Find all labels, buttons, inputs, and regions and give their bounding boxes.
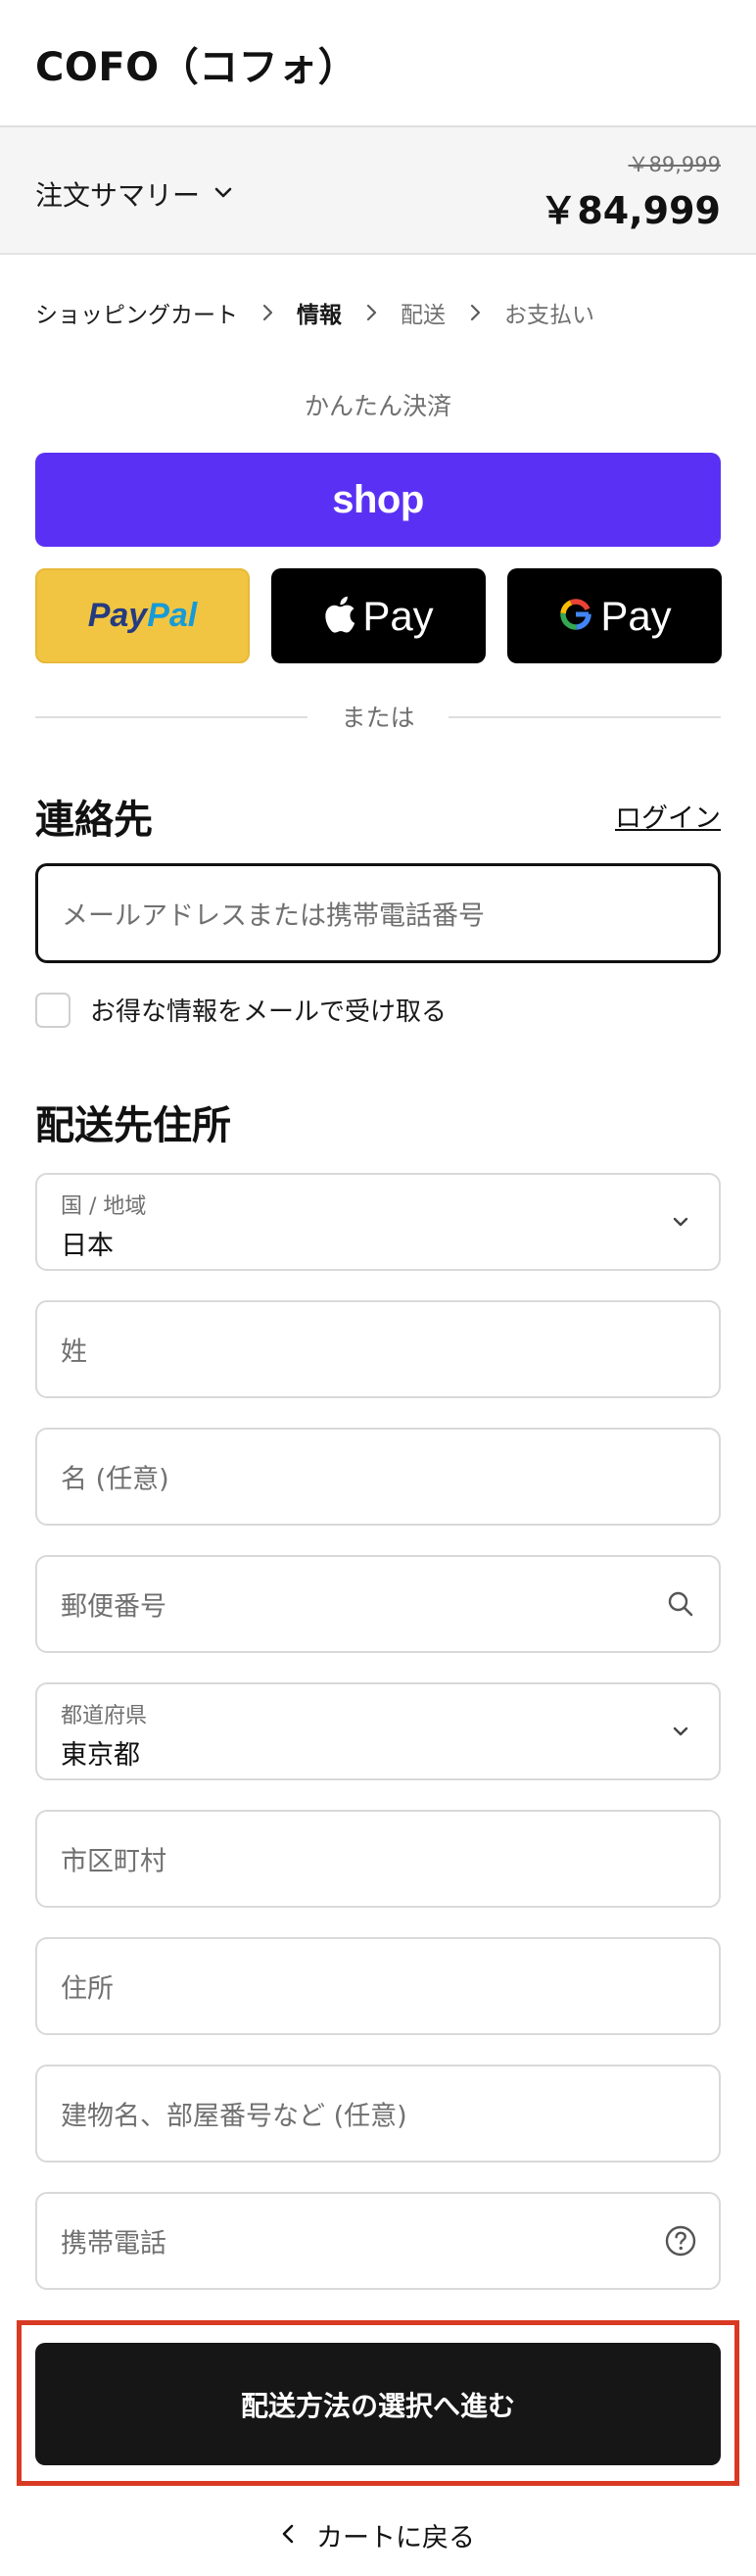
country-select[interactable]: 国 / 地域 日本 xyxy=(35,1173,721,1271)
contact-section-title: 連絡先 xyxy=(35,798,153,843)
postal-code-placeholder: 郵便番号 xyxy=(61,1591,166,1623)
phone-field[interactable]: 携帯電話 xyxy=(35,2192,721,2290)
country-label: 国 / 地域 xyxy=(61,1194,147,1219)
order-summary-label: 注文サマリー xyxy=(35,179,201,212)
login-link[interactable]: ログイン xyxy=(615,797,721,835)
apple-icon xyxy=(323,595,356,638)
total-price: ￥84,999 xyxy=(540,189,721,232)
breadcrumb-item-payment: お支払い xyxy=(504,303,594,328)
building-field[interactable]: 建物名、部屋番号など (任意) xyxy=(35,2065,721,2163)
google-pay-label: Pay xyxy=(600,592,672,639)
store-header: COFO（コフォ） xyxy=(0,0,756,127)
shop-pay-logo: shop xyxy=(332,477,424,521)
order-summary-toggle[interactable]: 注文サマリー xyxy=(35,174,233,214)
continue-to-shipping-button[interactable]: 配送方法の選択へ進む xyxy=(35,2343,721,2465)
chevron-left-icon xyxy=(281,2523,295,2549)
email-or-phone-placeholder: メールアドレスまたは携帯電話番号 xyxy=(62,900,485,932)
prefecture-value: 東京都 xyxy=(61,1740,140,1771)
address-placeholder: 住所 xyxy=(61,1973,114,2005)
chevron-down-icon xyxy=(664,1715,697,1748)
prefecture-label: 都道府県 xyxy=(61,1704,148,1728)
continue-button-label: 配送方法の選択へ進む xyxy=(240,2389,515,2422)
divider-or-label: または xyxy=(321,704,435,732)
return-to-cart-link[interactable]: カートに戻る xyxy=(0,2516,756,2554)
search-icon[interactable] xyxy=(664,1587,697,1621)
store-name[interactable]: COFO（コフォ） xyxy=(35,35,357,92)
prefecture-select[interactable]: 都道府県 東京都 xyxy=(35,1682,721,1780)
breadcrumb-item-shipping: 配送 xyxy=(401,303,446,328)
newsletter-option[interactable]: お得な情報をメールで受け取る xyxy=(35,992,447,1028)
building-placeholder: 建物名、部屋番号など (任意) xyxy=(61,2101,407,2132)
chevron-down-icon xyxy=(664,1205,697,1239)
last-name-field[interactable]: 姓 xyxy=(35,1300,721,1398)
original-price: ￥89,999 xyxy=(628,153,721,176)
paypal-logo-part2: Pal xyxy=(147,597,198,634)
address-field[interactable]: 住所 xyxy=(35,1937,721,2035)
google-pay-button[interactable]: Pay xyxy=(507,568,722,663)
newsletter-checkbox[interactable] xyxy=(35,992,71,1028)
order-summary-bar: 注文サマリー ￥89,999 ￥84,999 xyxy=(0,127,756,255)
shop-pay-button[interactable]: shop xyxy=(35,453,721,547)
breadcrumb: ショッピングカート 情報 配送 お支払い xyxy=(35,296,594,329)
paypal-button[interactable]: PayPal xyxy=(35,568,250,663)
phone-placeholder: 携帯電話 xyxy=(61,2228,166,2260)
postal-code-field[interactable]: 郵便番号 xyxy=(35,1555,721,1653)
chevron-right-icon xyxy=(467,304,483,321)
help-icon[interactable] xyxy=(664,2224,697,2258)
breadcrumb-item-information: 情報 xyxy=(297,303,342,328)
order-summary-prices: ￥89,999 ￥84,999 xyxy=(540,149,721,234)
apple-pay-label: Pay xyxy=(362,592,434,639)
email-or-phone-field[interactable]: メールアドレスまたは携帯電話番号 xyxy=(35,863,721,963)
paypal-logo-part1: Pay xyxy=(87,597,148,634)
newsletter-label: お得な情報をメールで受け取る xyxy=(90,997,448,1027)
chevron-right-icon xyxy=(363,304,379,321)
chevron-down-icon xyxy=(213,185,233,204)
express-checkout-heading: かんたん決済 xyxy=(304,392,451,420)
google-g-icon xyxy=(557,596,594,637)
breadcrumb-item-cart[interactable]: ショッピングカート xyxy=(35,296,238,329)
divider-or: または xyxy=(0,699,756,734)
city-field[interactable]: 市区町村 xyxy=(35,1810,721,1908)
first-name-placeholder: 名 (任意) xyxy=(61,1464,169,1495)
apple-pay-button[interactable]: Pay xyxy=(271,568,486,663)
first-name-field[interactable]: 名 (任意) xyxy=(35,1428,721,1526)
country-value: 日本 xyxy=(61,1231,114,1261)
paypal-logo: PayPal xyxy=(88,597,198,635)
chevron-right-icon xyxy=(260,304,275,321)
last-name-placeholder: 姓 xyxy=(61,1337,87,1368)
shipping-address-section-title: 配送先住所 xyxy=(35,1103,231,1148)
return-to-cart-label: カートに戻る xyxy=(316,2523,475,2553)
city-placeholder: 市区町村 xyxy=(61,1846,166,1877)
